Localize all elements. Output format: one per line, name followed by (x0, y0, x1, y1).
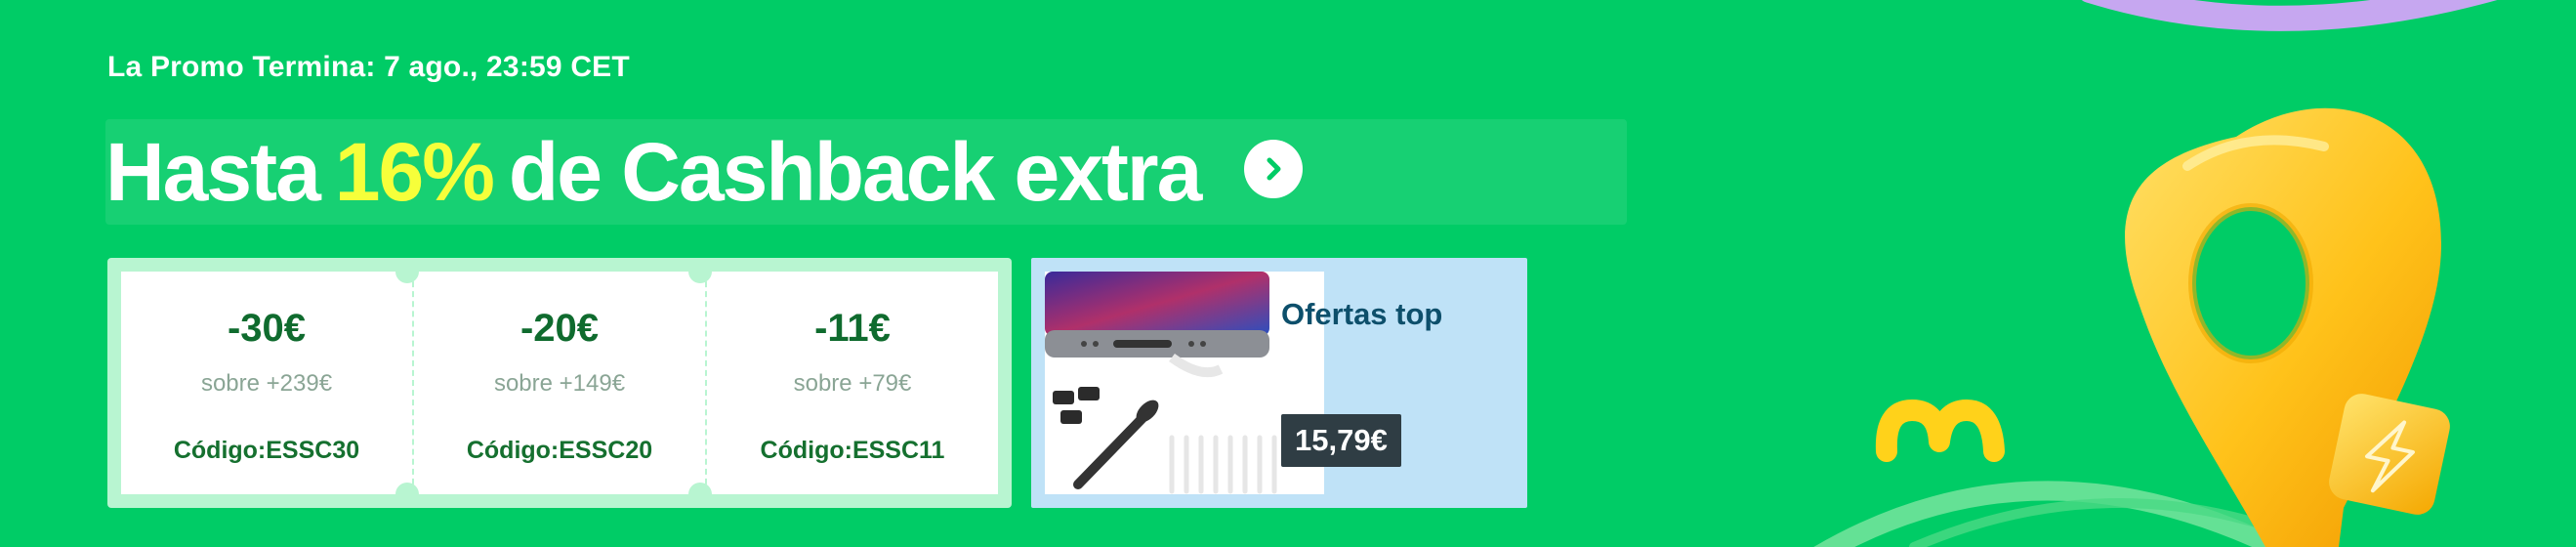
headline-prefix: Hasta (105, 125, 321, 218)
coupon-condition: sobre +239€ (200, 370, 333, 397)
coupon-30[interactable]: -30€ sobre +239€ Código:ESSC30 (121, 272, 412, 494)
coupon-strip: -30€ sobre +239€ Código:ESSC30 -20€ sobr… (107, 258, 1012, 508)
headline-highlight: 16% (334, 125, 495, 218)
offer-title: Ofertas top (1281, 297, 1443, 331)
top-offers-card[interactable]: Ofertas top 15,79€ (1031, 258, 1527, 508)
coupon-notch (395, 260, 419, 283)
purple-ring-arc (2081, 0, 2498, 31)
coupon-notch (395, 483, 419, 506)
promo-end-text: La Promo Termina: 7 ago., 23:59 CET (107, 51, 630, 83)
coupon-notch (688, 483, 712, 506)
coupon-20[interactable]: -20€ sobre +149€ Código:ESSC20 (412, 272, 705, 494)
offer-price-badge: 15,79€ (1281, 414, 1401, 467)
coupon-code: Código:ESSC20 (466, 437, 653, 464)
coupon-amount: -30€ (227, 307, 307, 350)
coupon-condition: sobre +149€ (493, 370, 626, 397)
coupon-list: -30€ sobre +239€ Código:ESSC30 -20€ sobr… (121, 272, 998, 494)
coupon-notch (688, 260, 712, 283)
headline[interactable]: Hasta 16% de Cashback extra (105, 121, 1202, 223)
swoosh-arc (1813, 481, 2285, 547)
promo-banner[interactable]: La Promo Termina: 7 ago., 23:59 CET Hast… (0, 0, 2576, 547)
coupon-code: Código:ESSC30 (173, 437, 360, 464)
lightning-bolt-icon (2329, 394, 2450, 515)
m-logo-icon (1875, 400, 2005, 462)
coupon-11[interactable]: -11€ sobre +79€ Código:ESSC11 (705, 272, 998, 494)
coupon-amount: -20€ (519, 307, 600, 350)
headline-suffix: de Cashback extra (508, 125, 1202, 218)
coupon-amount: -11€ (814, 307, 891, 350)
coupon-condition: sobre +79€ (793, 370, 912, 397)
chevron-right-icon (1267, 157, 1281, 181)
coupon-code: Código:ESSC11 (760, 437, 945, 464)
headline-arrow-button[interactable] (1244, 140, 1303, 198)
